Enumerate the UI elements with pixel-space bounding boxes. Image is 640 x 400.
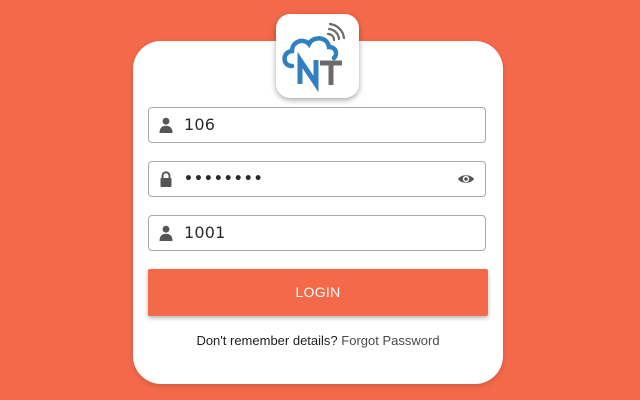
password-field[interactable]: •••••••• <box>148 161 486 197</box>
user-icon <box>159 117 173 133</box>
forgot-password-line: Don't remember details? Forgot Password <box>133 333 503 348</box>
code-value: 1001 <box>184 223 226 242</box>
forgot-question: Don't remember details? <box>196 333 338 348</box>
password-value: •••••••• <box>184 171 264 187</box>
forgot-password-link[interactable]: Forgot Password <box>341 333 439 348</box>
user-icon <box>159 225 173 241</box>
cloud-logo-icon <box>282 22 346 93</box>
login-button[interactable]: LOGIN <box>148 269 488 316</box>
app-logo: NT <box>276 14 359 98</box>
lock-icon <box>160 171 172 187</box>
username-value: 106 <box>184 115 216 134</box>
username-field[interactable]: 106 <box>148 107 486 143</box>
eye-icon[interactable] <box>457 171 475 187</box>
code-field[interactable]: 1001 <box>148 215 486 251</box>
